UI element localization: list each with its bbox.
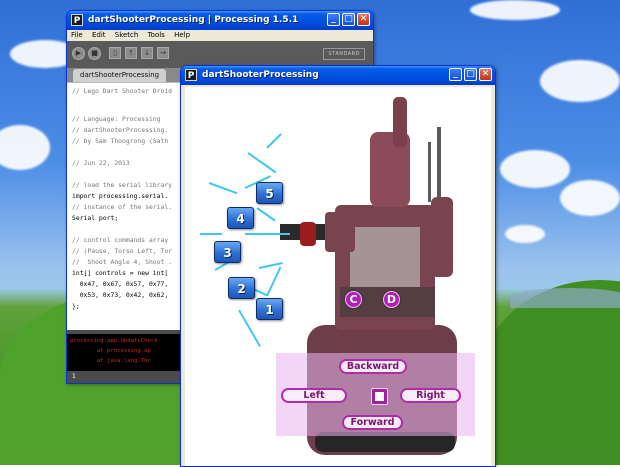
menu-bar: File Edit Sketch Tools Help bbox=[67, 30, 373, 41]
menu-help[interactable]: Help bbox=[174, 31, 190, 39]
forward-button[interactable]: Forward bbox=[342, 415, 403, 430]
drive-control-pad: Backward Left Right Forward bbox=[276, 353, 475, 436]
processing-app-icon: P bbox=[185, 69, 197, 81]
stop-button[interactable]: ■ bbox=[88, 47, 101, 60]
line-number: 1 bbox=[72, 373, 76, 380]
backward-button[interactable]: Backward bbox=[339, 359, 407, 374]
robot-ear bbox=[393, 97, 407, 147]
code-line: // instance of the serial. bbox=[72, 203, 173, 211]
left-button[interactable]: Left bbox=[281, 388, 347, 403]
code-line: // by Sam Thongrong (Sath bbox=[72, 137, 169, 145]
sketch-titlebar[interactable]: P dartShooterProcessing _ □ ✕ bbox=[181, 66, 495, 85]
export-button[interactable]: → bbox=[157, 47, 169, 59]
ide-window-title: dartShooterProcessing | Processing 1.5.1 bbox=[88, 15, 299, 25]
save-button[interactable]: ↓ bbox=[141, 47, 153, 59]
shoot-angle-5-button[interactable]: 5 bbox=[256, 182, 283, 204]
tab-dartshooterprocessing[interactable]: dartShooterProcessing bbox=[73, 69, 167, 82]
code-line: // (Pause, Torso Left, Tor bbox=[72, 247, 173, 255]
console-line: processing.app.UpdateCheck bbox=[70, 338, 158, 344]
code-line: import processing.serial. bbox=[72, 192, 169, 200]
cloud bbox=[470, 0, 560, 20]
mode-selector[interactable]: STANDARD bbox=[323, 48, 365, 60]
cloud bbox=[540, 60, 620, 102]
code-line: 0x53, 0x73, 0x42, 0x62, bbox=[72, 291, 169, 299]
open-button[interactable]: ↑ bbox=[125, 47, 137, 59]
toolbar: ▶ ■ ▯ ↑ ↓ → STANDARD bbox=[67, 41, 373, 68]
maximize-button[interactable]: □ bbox=[342, 13, 355, 26]
sketch-window-title: dartShooterProcessing bbox=[202, 70, 319, 80]
torso-left-button[interactable]: C bbox=[345, 291, 362, 308]
torso-right-button[interactable]: D bbox=[383, 291, 400, 308]
shoot-angle-1-button[interactable]: 1 bbox=[256, 298, 283, 320]
menu-file[interactable]: File bbox=[71, 31, 83, 39]
stop-drive-button[interactable] bbox=[371, 388, 388, 405]
code-line: // Shoot Angle 4, Shoot . bbox=[72, 258, 173, 266]
robot-antenna bbox=[428, 142, 431, 202]
maximize-button[interactable]: □ bbox=[464, 68, 477, 81]
aim-ray bbox=[245, 233, 290, 235]
sketch-canvas: 5 4 3 2 1 C D Backward Left Right Forwar… bbox=[185, 87, 491, 466]
code-line: // dartShooterProcessing. bbox=[72, 126, 169, 134]
robot-right-arm bbox=[431, 197, 453, 277]
cloud bbox=[0, 125, 50, 170]
robot-torso-gears bbox=[350, 227, 420, 287]
aim-ray bbox=[200, 233, 222, 235]
ide-titlebar[interactable]: P dartShooterProcessing | Processing 1.5… bbox=[67, 11, 373, 30]
menu-tools[interactable]: Tools bbox=[148, 31, 165, 39]
dart-gun-tip bbox=[300, 222, 316, 246]
code-line: // Jun 22, 2013 bbox=[72, 159, 130, 167]
code-line: // control commands array bbox=[72, 236, 169, 244]
sketch-window[interactable]: P dartShooterProcessing _ □ ✕ 5 4 3 2 1 … bbox=[180, 65, 496, 467]
shoot-angle-2-button[interactable]: 2 bbox=[228, 277, 255, 299]
cloud bbox=[560, 180, 620, 216]
code-line: // Lego Dart Shooter Droid bbox=[72, 87, 173, 95]
code-line: // load the serial library bbox=[72, 181, 173, 189]
code-line: }; bbox=[72, 302, 80, 310]
cloud bbox=[500, 150, 570, 188]
console-line: at processing.ap bbox=[70, 348, 151, 354]
processing-app-icon: P bbox=[71, 14, 83, 26]
run-button[interactable]: ▶ bbox=[72, 47, 85, 60]
minimize-button[interactable]: _ bbox=[449, 68, 462, 81]
close-button[interactable]: ✕ bbox=[479, 68, 492, 81]
code-line: int[] controls = new int[ bbox=[72, 269, 169, 277]
code-line: 0x47, 0x67, 0x57, 0x77, bbox=[72, 280, 169, 288]
code-line: Serial port; bbox=[72, 214, 119, 222]
shoot-angle-4-button[interactable]: 4 bbox=[227, 207, 254, 229]
right-button[interactable]: Right bbox=[400, 388, 461, 403]
shoot-angle-3-button[interactable]: 3 bbox=[214, 241, 241, 263]
code-line: // Language: Processing bbox=[72, 115, 161, 123]
new-button[interactable]: ▯ bbox=[109, 47, 121, 59]
menu-sketch[interactable]: Sketch bbox=[115, 31, 139, 39]
robot-left-arm bbox=[325, 212, 355, 252]
minimize-button[interactable]: _ bbox=[327, 13, 340, 26]
cloud bbox=[505, 225, 545, 243]
console-line: at java.lang.Thr bbox=[70, 358, 151, 364]
distant-mountains bbox=[510, 288, 620, 308]
menu-edit[interactable]: Edit bbox=[92, 31, 106, 39]
close-button[interactable]: ✕ bbox=[357, 13, 370, 26]
